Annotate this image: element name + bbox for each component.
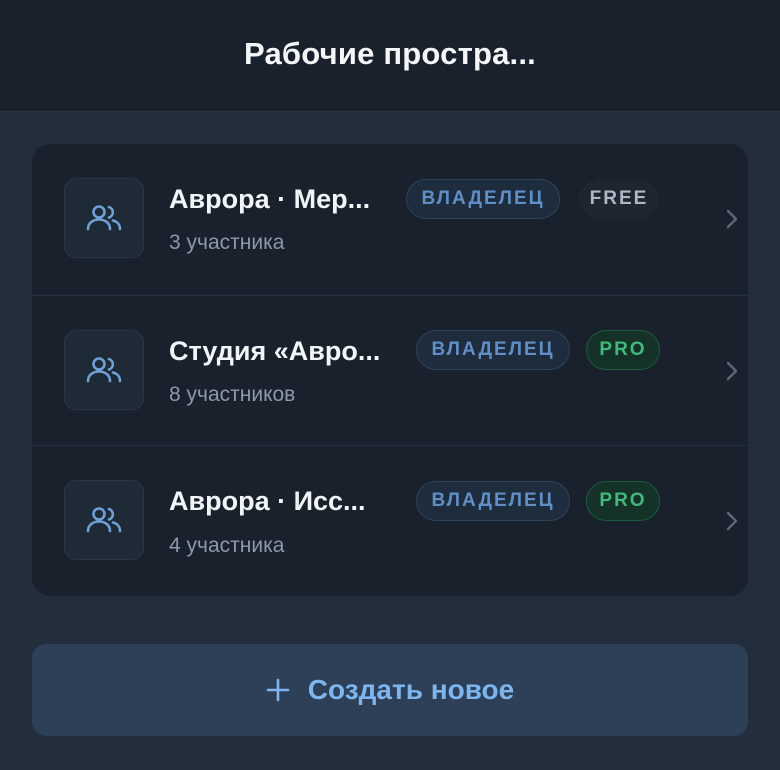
workspace-name: Аврора · Мер...: [169, 184, 371, 214]
role-badge: ВЛАДЕЛЕЦ: [406, 179, 560, 219]
workspace-members: 4 участника: [169, 534, 285, 557]
role-badge: ВЛАДЕЛЕЦ: [416, 481, 570, 521]
role-badge: ВЛАДЕЛЕЦ: [416, 330, 570, 370]
create-button-label: Создать новое: [307, 674, 515, 705]
workspace-row[interactable]: Студия «Авро... 8 участников ВЛАДЕЛЕЦ PR…: [32, 295, 748, 445]
plan-badge: FREE: [579, 179, 659, 219]
plan-badge: PRO: [586, 330, 660, 370]
workspace-avatar: [64, 178, 144, 258]
page-title: Рабочие простра...: [244, 35, 536, 71]
users-icon: [86, 357, 122, 383]
chevron-right-icon: [722, 511, 742, 531]
chevron-right-icon: [722, 209, 742, 229]
workspace-row[interactable]: Аврора · Мер... 3 участника ВЛАДЕЛЕЦ FRE…: [32, 144, 748, 295]
workspace-row[interactable]: Аврора · Исс... 4 участника ВЛАДЕЛЕЦ PRO: [32, 445, 748, 596]
users-icon: [86, 507, 122, 533]
plus-icon: [266, 678, 290, 702]
workspace-list: Аврора · Мер... 3 участника ВЛАДЕЛЕЦ FRE…: [32, 144, 748, 596]
workspace-name: Студия «Авро...: [169, 336, 381, 366]
workspace-avatar: [64, 480, 144, 560]
workspace-name: Аврора · Исс...: [169, 486, 366, 516]
workspace-members: 8 участников: [169, 383, 296, 406]
chevron-right-icon: [722, 361, 742, 381]
workspace-members: 3 участника: [169, 231, 285, 254]
create-workspace-button[interactable]: Создать новое: [32, 644, 748, 736]
top-bar: Рабочие простра...: [0, 0, 780, 110]
users-icon: [86, 205, 122, 231]
plan-badge: PRO: [586, 481, 660, 521]
workspace-avatar: [64, 330, 144, 410]
